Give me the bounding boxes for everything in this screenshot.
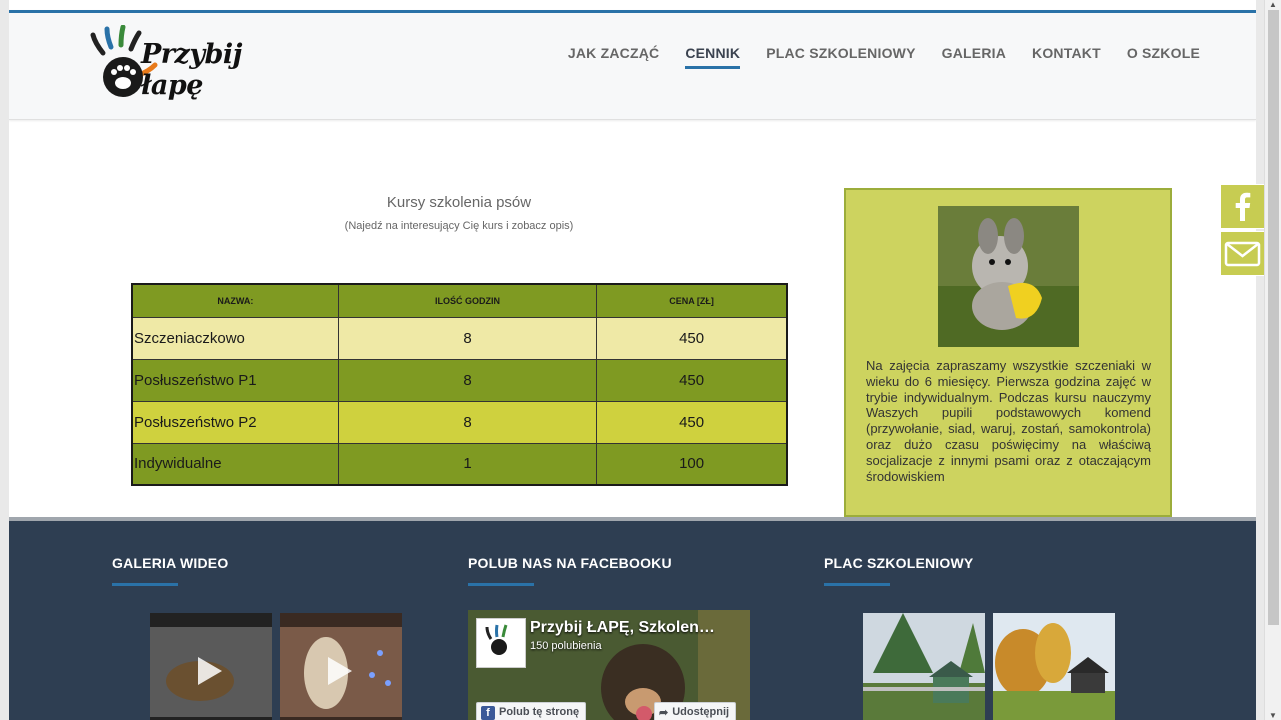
facebook-icon: f bbox=[481, 706, 495, 720]
facebook-page-name[interactable]: Przybij ŁAPĘ, Szkolen… bbox=[530, 619, 715, 637]
video-gallery-title: GALERIA WIDEO bbox=[112, 555, 229, 571]
title-underline bbox=[824, 583, 890, 586]
facebook-like-label: Polub tę stronę bbox=[499, 706, 580, 718]
facebook-share-button[interactable]: ➦ Udostępnij bbox=[654, 702, 737, 720]
table-header-row: NAZWA: ILOŚĆ GODZIN CENA [ZŁ] bbox=[131, 283, 788, 318]
mail-side-button[interactable] bbox=[1220, 231, 1265, 276]
scroll-thumb[interactable] bbox=[1268, 10, 1279, 625]
facebook-likes-count: 150 polubienia bbox=[530, 640, 602, 652]
training-yard-photo[interactable] bbox=[993, 613, 1115, 720]
facebook-page-logo bbox=[476, 618, 526, 668]
course-hours: 8 bbox=[337, 400, 598, 444]
play-icon bbox=[198, 657, 222, 685]
scroll-down-icon[interactable]: ▼ bbox=[1269, 711, 1277, 720]
course-hours: 1 bbox=[337, 442, 598, 486]
course-hours: 8 bbox=[337, 358, 598, 402]
scroll-up-icon[interactable]: ▲ bbox=[1269, 0, 1277, 9]
facebook-page-widget[interactable]: Przybij ŁAPĘ, Szkolen… 150 polubienia f … bbox=[468, 610, 750, 720]
nav-plac-szkoleniowy[interactable]: PLAC SZKOLENIOWY bbox=[766, 45, 915, 69]
nav-galeria[interactable]: GALERIA bbox=[942, 45, 1006, 69]
main-nav: JAK ZACZĄĆ CENNIK PLAC SZKOLENIOWY GALER… bbox=[568, 45, 1200, 69]
training-yard-title: PLAC SZKOLENIOWY bbox=[824, 555, 974, 571]
table-row[interactable]: Posłuszeństwo P2 8 450 bbox=[131, 400, 788, 444]
training-yard-photo[interactable] bbox=[863, 613, 985, 720]
site-footer: GALERIA WIDEO POLUB NAS NA FACEBOOKU PLA… bbox=[9, 517, 1256, 720]
courses-subtitle: (Najedź na interesujący Cię kurs i zobac… bbox=[344, 220, 574, 232]
nav-jak-zaczac[interactable]: JAK ZACZĄĆ bbox=[568, 45, 659, 69]
course-name: Posłuszeństwo P1 bbox=[131, 358, 339, 402]
header-name: NAZWA: bbox=[131, 283, 339, 318]
course-price: 450 bbox=[596, 358, 788, 402]
page: Przybij łapę JAK ZACZĄĆ CENNIK PLAC SZKO… bbox=[9, 0, 1256, 720]
price-table: NAZWA: ILOŚĆ GODZIN CENA [ZŁ] Szczeniacz… bbox=[131, 283, 788, 486]
title-underline bbox=[112, 583, 178, 586]
site-header: Przybij łapę JAK ZACZĄĆ CENNIK PLAC SZKO… bbox=[9, 10, 1256, 120]
page-scrollbar[interactable]: ▲ ▼ bbox=[1264, 0, 1281, 720]
course-description: Na zajęcia zapraszamy wszystkie szczenia… bbox=[866, 358, 1151, 484]
title-underline bbox=[468, 583, 534, 586]
course-name: Szczeniaczkowo bbox=[131, 316, 339, 360]
share-arrow-icon: ➦ bbox=[659, 707, 669, 719]
nav-o-szkole[interactable]: O SZKOLE bbox=[1127, 45, 1200, 69]
logo-text: Przybij łapę bbox=[141, 39, 242, 101]
video-thumbnail[interactable] bbox=[280, 613, 402, 720]
course-name: Indywidualne bbox=[131, 442, 339, 486]
table-row[interactable]: Szczeniaczkowo 8 450 bbox=[131, 316, 788, 360]
course-hours: 8 bbox=[337, 316, 598, 360]
play-icon bbox=[328, 657, 352, 685]
facebook-icon bbox=[1235, 192, 1251, 221]
course-name: Posłuszeństwo P2 bbox=[131, 400, 339, 444]
nav-cennik[interactable]: CENNIK bbox=[685, 45, 741, 69]
course-price: 450 bbox=[596, 316, 788, 360]
facebook-side-button[interactable] bbox=[1220, 184, 1265, 229]
courses-title: Kursy szkolenia psów bbox=[386, 194, 532, 211]
table-row[interactable]: Indywidualne 1 100 bbox=[131, 442, 788, 486]
table-row[interactable]: Posłuszeństwo P1 8 450 bbox=[131, 358, 788, 402]
site-logo[interactable]: Przybij łapę bbox=[89, 24, 289, 103]
header-hours: ILOŚĆ GODZIN bbox=[337, 283, 598, 318]
video-thumbnail[interactable] bbox=[150, 613, 272, 720]
facebook-title: POLUB NAS NA FACEBOOKU bbox=[468, 555, 672, 571]
course-price: 100 bbox=[596, 442, 788, 486]
course-price: 450 bbox=[596, 400, 788, 444]
header-price: CENA [ZŁ] bbox=[596, 283, 788, 318]
mail-icon bbox=[1224, 241, 1261, 267]
facebook-like-button[interactable]: f Polub tę stronę bbox=[476, 702, 587, 720]
facebook-share-label: Udostępnij bbox=[672, 706, 730, 718]
nav-kontakt[interactable]: KONTAKT bbox=[1032, 45, 1101, 69]
course-info-box: Na zajęcia zapraszamy wszystkie szczenia… bbox=[844, 188, 1172, 517]
puppy-photo bbox=[938, 206, 1079, 347]
